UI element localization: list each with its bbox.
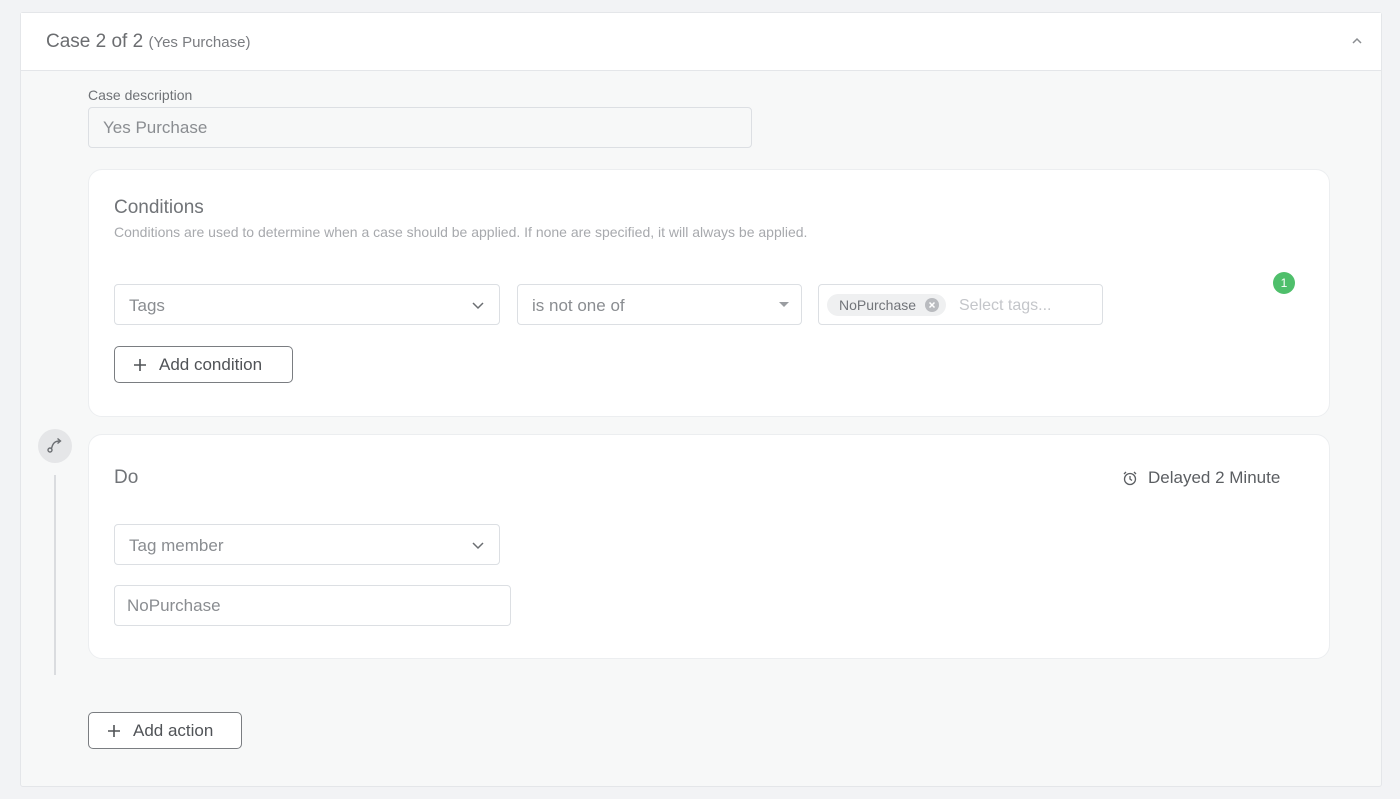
chevron-down-icon xyxy=(472,542,484,550)
action-tag-input[interactable] xyxy=(114,585,511,626)
condition-tags-select[interactable]: NoPurchase Select tags... xyxy=(818,284,1103,325)
condition-field-value: Tags xyxy=(129,296,165,315)
alarm-clock-icon xyxy=(1123,471,1137,486)
conditions-description: Conditions are used to determine when a … xyxy=(114,224,808,240)
case-card: Case 2 of 2 (Yes Purchase) Case descript… xyxy=(20,12,1382,787)
route-line xyxy=(54,475,56,675)
tag-chip: NoPurchase xyxy=(827,294,947,316)
case-description-input[interactable] xyxy=(88,107,752,148)
add-condition-button[interactable]: Add condition xyxy=(114,346,293,383)
conditions-panel: Conditions Conditions are used to determ… xyxy=(88,169,1330,417)
tag-chip-label: NoPurchase xyxy=(839,297,917,313)
delay-label: Delayed 2 Minute xyxy=(1148,468,1281,487)
case-header[interactable]: Case 2 of 2 (Yes Purchase) xyxy=(21,13,1381,71)
add-condition-label: Add condition xyxy=(159,354,263,374)
plus-icon xyxy=(134,358,146,371)
case-description-label: Case description xyxy=(88,87,193,103)
action-type-value: Tag member xyxy=(129,536,224,555)
conditions-title: Conditions xyxy=(114,197,204,218)
case-title: Case 2 of 2 (Yes Purchase) xyxy=(46,31,250,53)
tag-count-badge: 1 xyxy=(1273,272,1295,294)
chevron-down-icon xyxy=(472,302,484,310)
case-subtitle: (Yes Purchase) xyxy=(148,34,251,51)
add-action-button[interactable]: Add action xyxy=(88,712,242,749)
do-title: Do xyxy=(114,467,139,488)
route-icon xyxy=(38,429,72,463)
caret-down-icon xyxy=(779,302,789,307)
delay-indicator[interactable]: Delayed 2 Minute xyxy=(1122,468,1280,488)
plus-icon xyxy=(108,724,120,737)
condition-operator-select[interactable]: is not one of xyxy=(517,284,802,325)
tags-placeholder: Select tags... xyxy=(959,297,1052,314)
chevron-up-icon[interactable] xyxy=(1349,33,1365,49)
action-type-select[interactable]: Tag member xyxy=(114,524,500,565)
case-title-text: Case 2 of 2 xyxy=(46,31,144,52)
condition-field-select[interactable]: Tags xyxy=(114,284,500,325)
condition-operator-value: is not one of xyxy=(532,296,625,315)
do-panel: Do Delayed 2 Minute Tag member xyxy=(88,434,1330,659)
add-action-label: Add action xyxy=(133,720,214,740)
close-circle-icon[interactable] xyxy=(924,297,940,313)
